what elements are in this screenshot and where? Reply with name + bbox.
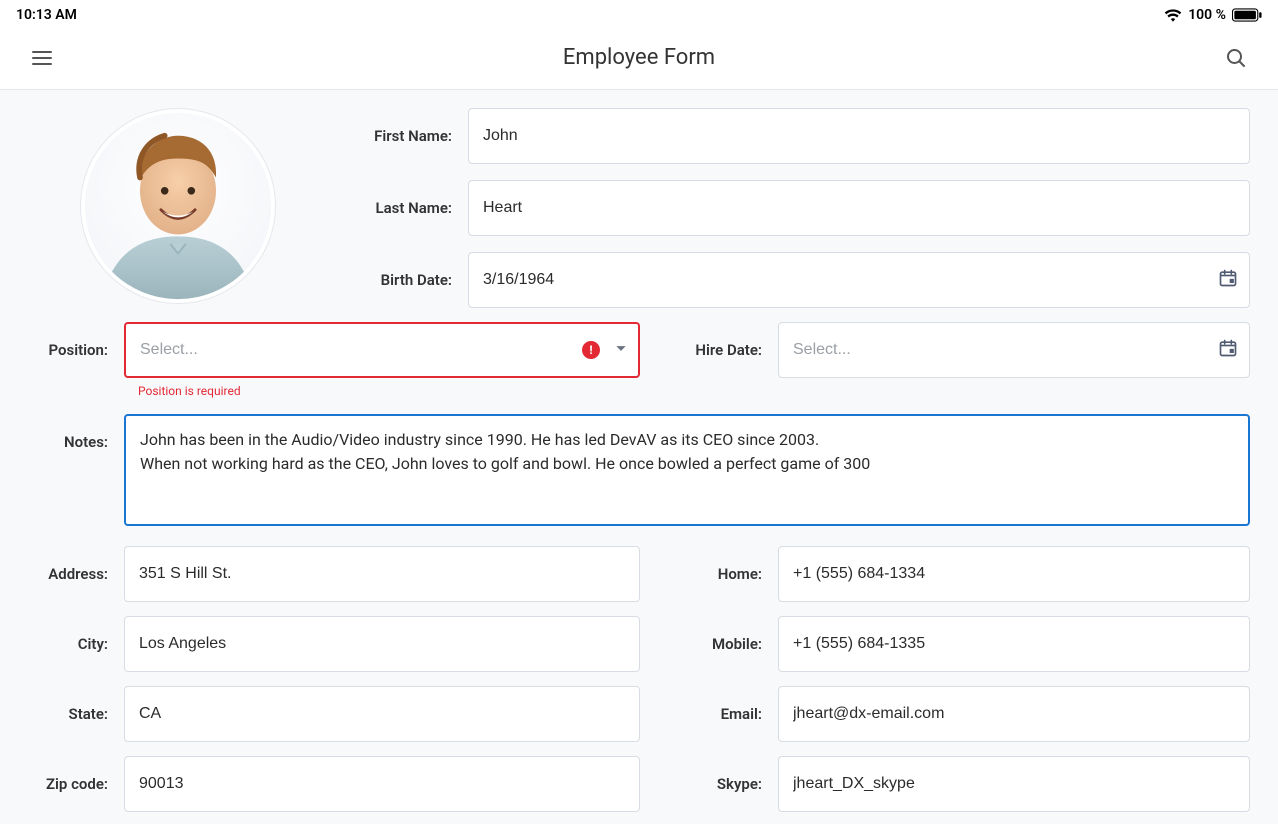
label-city: City: — [28, 616, 108, 672]
hire-date-input[interactable] — [778, 322, 1250, 378]
label-mobile: Mobile: — [672, 616, 762, 672]
last-name-input[interactable] — [468, 180, 1250, 236]
label-birth-date: Birth Date: — [352, 271, 452, 289]
error-icon: ! — [582, 341, 600, 359]
state-input[interactable] — [124, 686, 640, 742]
label-notes: Notes: — [28, 414, 108, 470]
label-state: State: — [28, 686, 108, 742]
position-select[interactable] — [124, 322, 640, 378]
label-hire-date: Hire Date: — [672, 322, 762, 378]
position-error-message: Position is required — [138, 384, 640, 398]
status-right: 100 % — [1164, 7, 1262, 23]
wifi-icon — [1164, 8, 1182, 22]
skype-input[interactable] — [778, 756, 1250, 812]
battery-text: 100 % — [1188, 7, 1226, 23]
chevron-down-icon[interactable] — [614, 341, 628, 360]
form-page: First Name: Last Name: Birth Date: Posit… — [0, 90, 1278, 824]
hamburger-menu-icon[interactable] — [24, 40, 60, 76]
address-input[interactable] — [124, 546, 640, 602]
label-last-name: Last Name: — [352, 199, 452, 217]
email-input[interactable] — [778, 686, 1250, 742]
label-position: Position: — [28, 322, 108, 378]
city-input[interactable] — [124, 616, 640, 672]
page-title: Employee Form — [60, 45, 1218, 70]
label-first-name: First Name: — [352, 127, 452, 145]
birth-date-input[interactable] — [468, 252, 1250, 308]
zip-input[interactable] — [124, 756, 640, 812]
notes-textarea[interactable] — [124, 414, 1250, 526]
label-email: Email: — [672, 686, 762, 742]
first-name-input[interactable] — [468, 108, 1250, 164]
avatar — [80, 108, 276, 304]
app-bar: Employee Form — [0, 26, 1278, 90]
mobile-phone-input[interactable] — [778, 616, 1250, 672]
search-icon[interactable] — [1218, 40, 1254, 76]
battery-icon — [1232, 8, 1262, 22]
label-skype: Skype: — [672, 756, 762, 812]
home-phone-input[interactable] — [778, 546, 1250, 602]
label-home: Home: — [672, 546, 762, 602]
label-zip: Zip code: — [28, 756, 108, 812]
device-status-bar: 10:13 AM 100 % — [0, 0, 1278, 26]
label-address: Address: — [28, 546, 108, 602]
status-time: 10:13 AM — [16, 7, 77, 23]
